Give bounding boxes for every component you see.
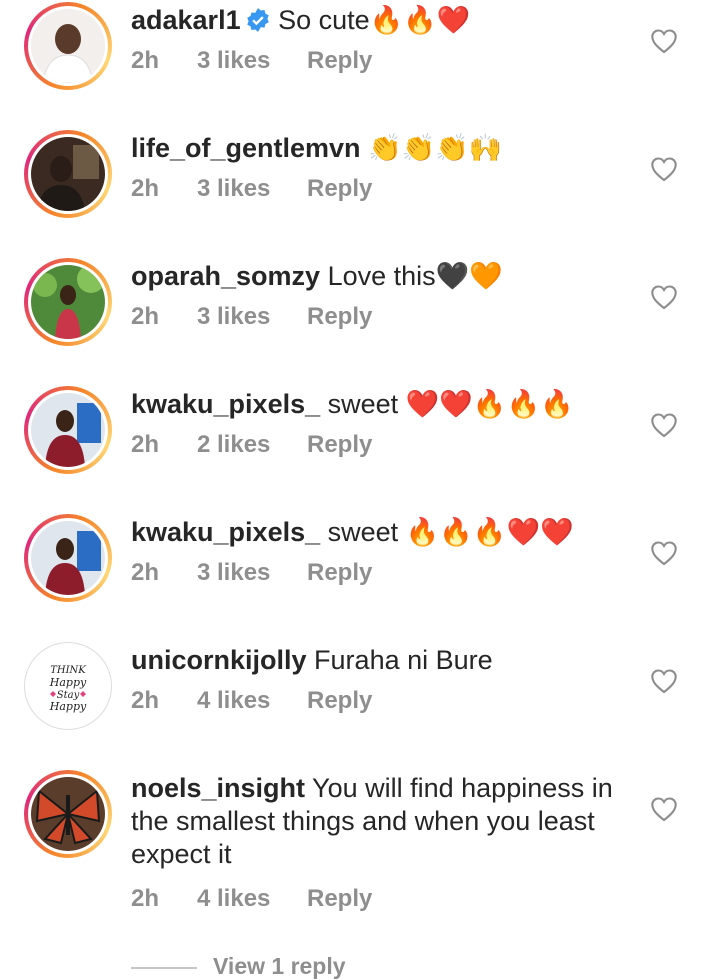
comment-text: Love this🖤🧡 (327, 261, 503, 291)
likes-count[interactable]: 3 likes (197, 175, 307, 203)
comment-text-line: life_of_gentlemvn 👏👏👏🙌 (131, 132, 621, 165)
username[interactable]: unicornkijolly (131, 645, 307, 675)
comment-text: sweet ❤️❤️🔥🔥🔥 (327, 389, 574, 419)
avatar[interactable] (24, 386, 112, 474)
comment-text-line: oparah_somzy Love this🖤🧡 (131, 260, 621, 293)
reply-button[interactable]: Reply (307, 175, 372, 203)
username[interactable]: noels_insight (131, 773, 305, 803)
comment-meta: 2h 3 likes Reply (131, 303, 621, 331)
avatar[interactable] (24, 514, 112, 602)
username[interactable]: kwaku_pixels_ (131, 517, 320, 547)
comment-text: 👏👏👏🙌 (368, 133, 503, 163)
timestamp: 2h (131, 559, 160, 586)
likes-count[interactable]: 3 likes (197, 47, 307, 75)
comment-text: So cute🔥🔥❤️ (278, 5, 471, 35)
like-heart-icon[interactable] (650, 28, 678, 54)
svg-text:Happy: Happy (49, 700, 87, 713)
comment-text-line: noels_insight You will find happiness in… (131, 772, 621, 871)
comment-meta: 2h 4 likes Reply (131, 885, 621, 913)
svg-text:THINK: THINK (50, 665, 86, 676)
avatar[interactable] (24, 258, 112, 346)
like-heart-icon[interactable] (650, 412, 678, 438)
comment-meta: 2h 4 likes Reply (131, 687, 621, 715)
timestamp: 2h (131, 47, 160, 74)
avatar-logo: THINK Happy Stay Happy (49, 665, 87, 713)
avatar[interactable] (24, 130, 112, 218)
like-heart-icon[interactable] (650, 796, 678, 822)
like-heart-icon[interactable] (650, 540, 678, 566)
svg-text:Happy: Happy (49, 676, 87, 689)
timestamp: 2h (131, 431, 160, 458)
likes-count[interactable]: 3 likes (197, 559, 307, 587)
comment-meta: 2h 3 likes Reply (131, 175, 621, 203)
comment-meta: 2h 3 likes Reply (131, 47, 621, 75)
username[interactable]: oparah_somzy (131, 261, 320, 291)
reply-button[interactable]: Reply (307, 559, 372, 587)
likes-count[interactable]: 2 likes (197, 431, 307, 459)
username[interactable]: life_of_gentlemvn (131, 133, 361, 163)
reply-button[interactable]: Reply (307, 885, 372, 913)
like-heart-icon[interactable] (650, 156, 678, 182)
like-heart-icon[interactable] (650, 284, 678, 310)
comment-text: sweet 🔥🔥🔥❤️❤️ (327, 517, 574, 547)
comment-meta: 2h 3 likes Reply (131, 559, 621, 587)
comment-text: Furaha ni Bure (314, 645, 493, 675)
reply-button[interactable]: Reply (307, 687, 372, 715)
comment-text-line: kwaku_pixels_ sweet 🔥🔥🔥❤️❤️ (131, 516, 621, 549)
comment-meta: 2h 2 likes Reply (131, 431, 621, 459)
avatar[interactable]: THINK Happy Stay Happy (24, 642, 112, 730)
like-heart-icon[interactable] (650, 668, 678, 694)
verified-badge-icon (246, 8, 269, 32)
likes-count[interactable]: 3 likes (197, 303, 307, 331)
timestamp: 2h (131, 175, 160, 202)
comment-text-line: kwaku_pixels_ sweet ❤️❤️🔥🔥🔥 (131, 388, 621, 421)
timestamp: 2h (131, 885, 160, 912)
avatar[interactable] (24, 2, 112, 90)
view-replies-label: View 1 reply (213, 953, 346, 979)
avatar[interactable] (24, 770, 112, 858)
replies-divider (131, 966, 197, 969)
likes-count[interactable]: 4 likes (197, 687, 307, 715)
username[interactable]: kwaku_pixels_ (131, 389, 320, 419)
timestamp: 2h (131, 303, 160, 330)
comment-text-line: unicornkijolly Furaha ni Bure (131, 644, 621, 677)
reply-button[interactable]: Reply (307, 47, 372, 75)
timestamp: 2h (131, 687, 160, 714)
likes-count[interactable]: 4 likes (197, 885, 307, 913)
reply-button[interactable]: Reply (307, 303, 372, 331)
username[interactable]: adakarl1 (131, 5, 241, 35)
comment-text-line: adakarl1 So cute🔥🔥❤️ (131, 4, 621, 37)
reply-button[interactable]: Reply (307, 431, 372, 459)
